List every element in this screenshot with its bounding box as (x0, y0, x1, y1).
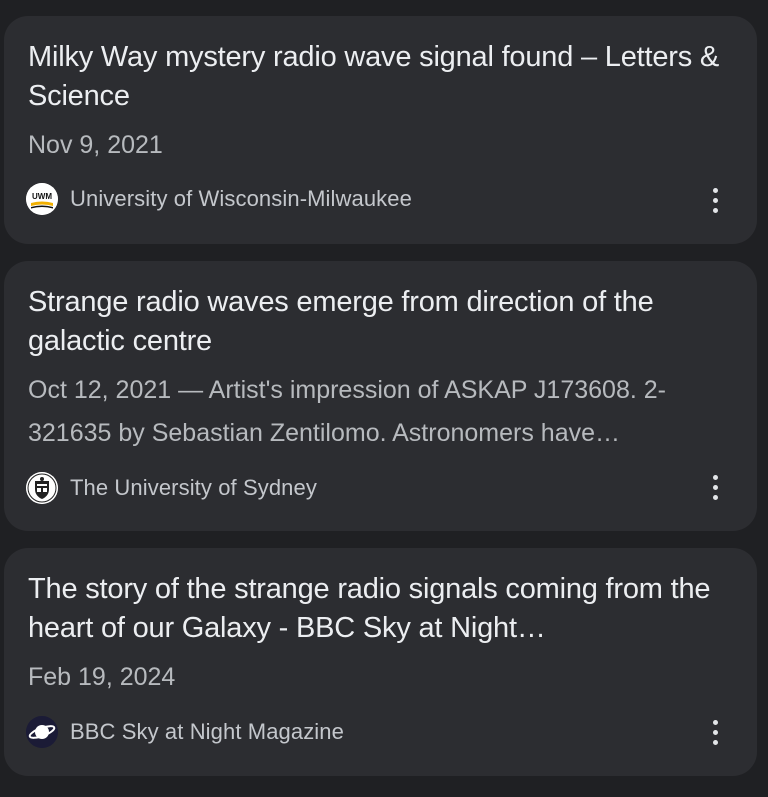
result-source[interactable]: UWM University of Wisconsin-Milwaukee (26, 183, 412, 215)
planet-icon (26, 716, 58, 748)
result-title-link[interactable]: Milky Way mystery radio wave signal foun… (28, 38, 733, 116)
result-card[interactable]: The story of the strange radio signals c… (4, 548, 757, 776)
result-date: Feb 19, 2024 (28, 663, 176, 691)
result-title-link[interactable]: The story of the strange radio signals c… (28, 570, 733, 648)
more-vert-dot (712, 494, 718, 500)
uwm-logo-text: UWM (32, 192, 52, 201)
source-name: University of Wisconsin-Milwaukee (70, 186, 412, 211)
result-card[interactable]: Strange radio waves emerge from directio… (4, 261, 757, 531)
more-vert-dot (712, 729, 718, 735)
result-snippet: Oct 12, 2021 — Artist's impression of AS… (28, 376, 666, 447)
result-source[interactable]: The University of Sydney (26, 472, 317, 504)
more-options-button[interactable] (703, 712, 727, 752)
search-results-list: Milky Way mystery radio wave signal foun… (0, 0, 768, 797)
result-card[interactable]: Milky Way mystery radio wave signal foun… (4, 16, 757, 244)
more-options-button[interactable] (703, 180, 727, 220)
more-vert-dot (712, 739, 718, 745)
more-vert-icon (712, 474, 718, 480)
university-crest-icon (26, 472, 58, 504)
more-vert-icon (712, 187, 718, 193)
more-vert-icon (712, 719, 718, 725)
uwm-logo-icon: UWM (26, 183, 58, 215)
more-options-button[interactable] (703, 467, 727, 507)
source-name: BBC Sky at Night Magazine (70, 719, 344, 744)
source-name: The University of Sydney (70, 475, 317, 500)
result-source[interactable]: BBC Sky at Night Magazine (26, 716, 344, 748)
more-vert-dot (712, 197, 718, 203)
more-vert-dot (712, 484, 718, 490)
result-title-link[interactable]: Strange radio waves emerge from directio… (28, 283, 733, 361)
more-vert-dot (712, 207, 718, 213)
result-date: Nov 9, 2021 (28, 131, 163, 159)
